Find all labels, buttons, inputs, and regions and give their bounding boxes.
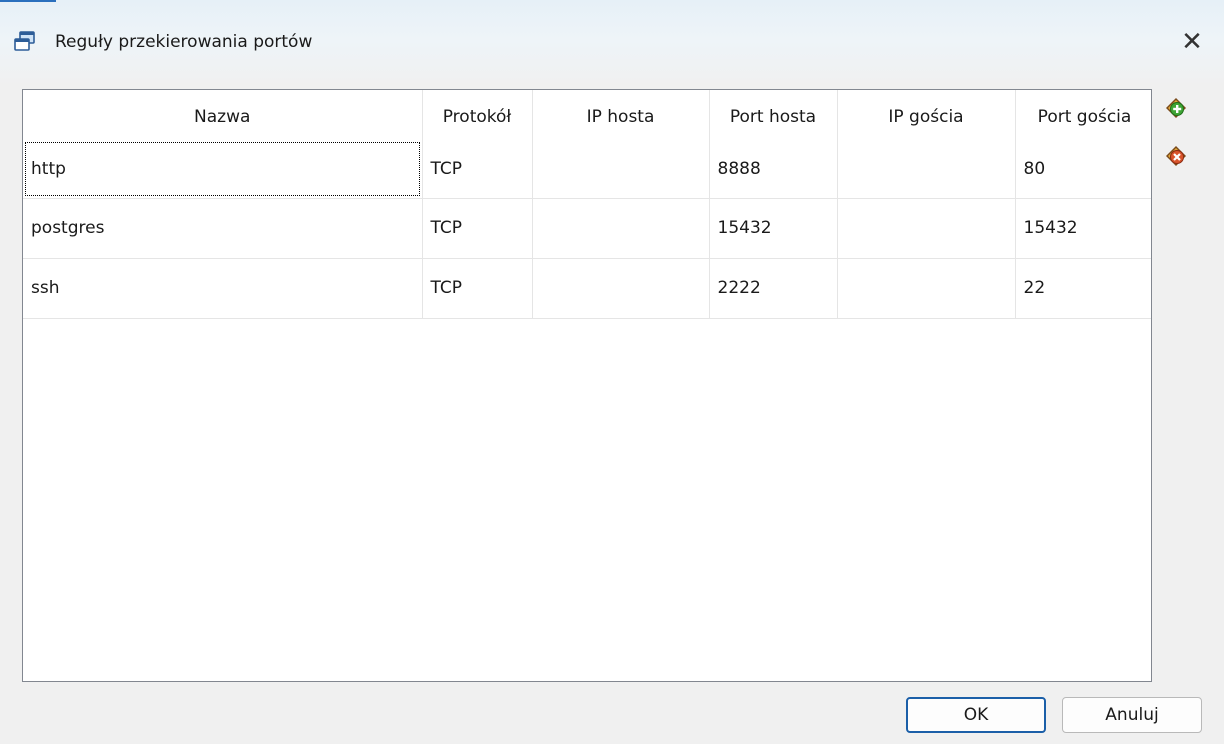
port-rules-table[interactable]: Nazwa Protokół IP hosta Port hosta IP go… xyxy=(22,89,1152,682)
cell-guest-port[interactable]: 22 xyxy=(1015,258,1151,319)
add-rule-icon[interactable] xyxy=(1165,97,1187,119)
cell-host-ip[interactable] xyxy=(532,198,710,259)
column-header-protocol[interactable]: Protokół xyxy=(422,90,533,140)
cell-protocol[interactable]: TCP xyxy=(422,258,533,319)
cell-guest-port[interactable]: 15432 xyxy=(1015,198,1151,259)
close-icon: ✕ xyxy=(1181,27,1203,57)
cell-name[interactable]: ssh xyxy=(23,258,423,319)
title-bar: Reguły przekierowania portów ✕ xyxy=(0,0,1224,86)
cell-host-ip[interactable] xyxy=(532,140,710,199)
cancel-button[interactable]: Anuluj xyxy=(1062,697,1202,733)
ok-button[interactable]: OK xyxy=(906,697,1046,733)
cell-name[interactable]: postgres xyxy=(23,198,423,259)
close-button[interactable]: ✕ xyxy=(1176,26,1208,58)
cell-host-port[interactable]: 8888 xyxy=(709,140,838,199)
column-header-host-port[interactable]: Port hosta xyxy=(709,90,838,140)
cell-protocol[interactable]: TCP xyxy=(422,140,533,199)
column-header-guest-ip[interactable]: IP gościa xyxy=(837,90,1016,140)
column-header-host-ip[interactable]: IP hosta xyxy=(532,90,710,140)
cell-guest-ip[interactable] xyxy=(837,140,1016,199)
cell-host-ip[interactable] xyxy=(532,258,710,319)
table-header-row: Nazwa Protokół IP hosta Port hosta IP go… xyxy=(23,90,1151,140)
column-header-guest-port[interactable]: Port gościa xyxy=(1015,90,1151,140)
table-row[interactable]: postgres TCP 15432 15432 xyxy=(23,198,1151,259)
cell-guest-ip[interactable] xyxy=(837,198,1016,259)
remove-rule-icon[interactable] xyxy=(1165,145,1187,167)
cell-host-port[interactable]: 15432 xyxy=(709,198,838,259)
cell-guest-port[interactable]: 80 xyxy=(1015,140,1151,199)
cell-protocol[interactable]: TCP xyxy=(422,198,533,259)
cell-host-port[interactable]: 2222 xyxy=(709,258,838,319)
cell-guest-ip[interactable] xyxy=(837,258,1016,319)
cell-name[interactable]: http xyxy=(23,140,423,199)
table-row[interactable]: ssh TCP 2222 22 xyxy=(23,258,1151,319)
port-forwarding-window-icon xyxy=(14,31,36,53)
title-accent xyxy=(0,0,56,2)
column-header-name[interactable]: Nazwa xyxy=(23,90,423,140)
table-row[interactable]: http TCP 8888 80 xyxy=(23,140,1151,199)
window-title: Reguły przekierowania portów xyxy=(55,32,313,52)
